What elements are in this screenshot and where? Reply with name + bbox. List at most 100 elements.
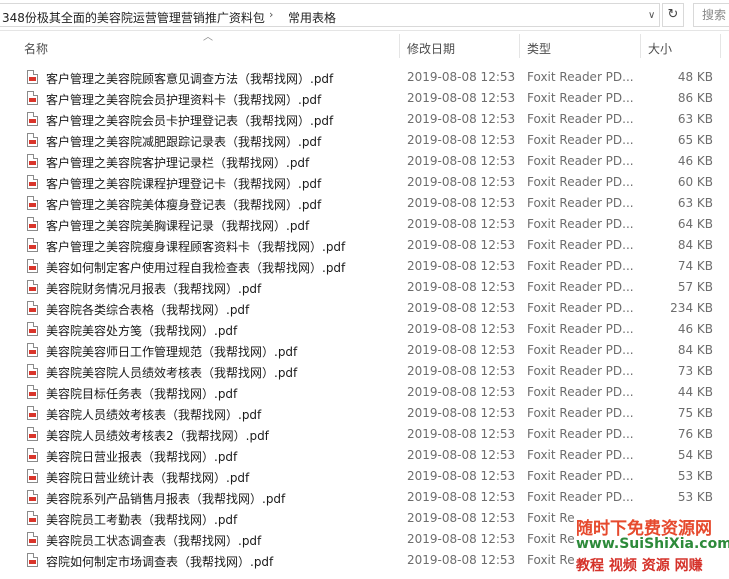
file-type: Foxit Reader PD...	[527, 301, 634, 315]
file-row[interactable]: 美容院系列产品销售月报表（我帮找网）.pdf 2019-08-08 12:53 Fo…	[0, 487, 729, 508]
file-date: 2019-08-08 12:53	[407, 364, 516, 378]
file-row[interactable]: 美容如何制定客户使用过程自我检查表（我帮找网）.pdf 2019-08-08 12…	[0, 256, 729, 277]
file-name: 客户管理之美容院会员卡护理登记表（我帮找网）.pdf	[46, 114, 334, 128]
file-row[interactable]: 客户管理之美容院美体瘦身登记表（我帮找网）.pdf 2019-08-08 12:5…	[0, 193, 729, 214]
pdf-file-icon	[27, 70, 38, 84]
column-size[interactable]: 大小	[648, 40, 672, 57]
file-name: 美容院员工状态调查表（我帮找网）.pdf	[46, 534, 262, 548]
file-type: Foxit Reader PD...	[527, 490, 634, 504]
file-row[interactable]: 美容院日营业报表（我帮找网）.pdf 2019-08-08 12:53 Foxit …	[0, 445, 729, 466]
pdf-file-icon	[27, 154, 38, 168]
file-name: 美容如何制定客户使用过程自我检查表（我帮找网）.pdf	[46, 261, 346, 275]
file-type: Foxit Reader PD...	[527, 217, 634, 231]
file-row[interactable]: 美容院财务情况月报表（我帮找网）.pdf 2019-08-08 12:53 Foxi…	[0, 277, 729, 298]
pdf-file-icon	[27, 112, 38, 126]
file-size: 73 KB	[677, 364, 713, 378]
file-date: 2019-08-08 12:53	[407, 406, 516, 420]
file-type: Foxit Reader PD...	[527, 364, 634, 378]
file-name: 客户管理之美容院减肥跟踪记录表（我帮找网）.pdf	[46, 135, 322, 149]
pdf-file-icon	[27, 238, 38, 252]
file-name: 美容院员工考勤表（我帮找网）.pdf	[46, 513, 238, 527]
file-date: 2019-08-08 12:53	[407, 427, 516, 441]
file-date: 2019-08-08 12:53	[407, 280, 516, 294]
file-row[interactable]: 美容院日营业统计表（我帮找网）.pdf 2019-08-08 12:53 Foxit…	[0, 466, 729, 487]
file-type: Foxit Reader PD...	[527, 91, 634, 105]
file-date: 2019-08-08 12:53	[407, 532, 516, 546]
file-row[interactable]: 客户管理之美容院美胸课程记录（我帮找网）.pdf 2019-08-08 12:53…	[0, 214, 729, 235]
file-date: 2019-08-08 12:53	[407, 112, 516, 126]
file-size: 60 KB	[677, 175, 713, 189]
file-row[interactable]: 美容院美容处方笺（我帮找网）.pdf 2019-08-08 12:53 Foxit …	[0, 319, 729, 340]
file-row[interactable]: 美容院人员绩效考核表2（我帮找网）.pdf 2019-08-08 12:53 Fox…	[0, 424, 729, 445]
file-row[interactable]: 美容院美容院人员绩效考核表（我帮找网）.pdf 2019-08-08 12:53 F…	[0, 361, 729, 382]
file-date: 2019-08-08 12:53	[407, 343, 516, 357]
column-date[interactable]: 修改日期	[407, 40, 455, 57]
search-input[interactable]: 搜索	[693, 3, 729, 27]
file-date: 2019-08-08 12:53	[407, 196, 516, 210]
file-name: 美容院人员绩效考核表2（我帮找网）.pdf	[46, 429, 269, 443]
pdf-file-icon	[27, 448, 38, 462]
column-type[interactable]: 类型	[527, 40, 551, 57]
breadcrumb-item-common-forms[interactable]: 常用表格	[288, 9, 336, 26]
file-row[interactable]: 美容院人员绩效考核表（我帮找网）.pdf 2019-08-08 12:53 Foxi…	[0, 403, 729, 424]
file-date: 2019-08-08 12:53	[407, 301, 516, 315]
file-date: 2019-08-08 12:53	[407, 154, 516, 168]
file-name: 客户管理之美容院美体瘦身登记表（我帮找网）.pdf	[46, 198, 322, 212]
breadcrumb-item-package[interactable]: 348份极其全面的美容院运营管理营销推广资料包	[2, 9, 265, 26]
file-name: 容院如何制定市场调查表（我帮找网）.pdf	[46, 555, 274, 569]
file-row[interactable]: 客户管理之美容院顾客意见调查方法（我帮找网）.pdf 2019-08-08 12:…	[0, 67, 729, 88]
file-size: 84 KB	[677, 343, 713, 357]
file-type: Foxit Reader PD...	[527, 154, 634, 168]
file-type: Foxit Reader PD...	[527, 406, 634, 420]
column-divider[interactable]	[399, 34, 400, 58]
column-divider[interactable]	[519, 34, 520, 58]
chevron-down-icon[interactable]: ∨	[648, 10, 655, 21]
watermark-url: www.SuiShiXia.com	[576, 536, 729, 552]
file-name: 客户管理之美容院课程护理登记卡（我帮找网）.pdf	[46, 177, 322, 191]
chevron-right-icon[interactable]: ›	[269, 8, 273, 21]
search-placeholder: 搜索	[702, 8, 727, 22]
file-row[interactable]: 客户管理之美容院会员卡护理登记表（我帮找网）.pdf 2019-08-08 12:…	[0, 109, 729, 130]
file-row[interactable]: 客户管理之美容院减肥跟踪记录表（我帮找网）.pdf 2019-08-08 12:5…	[0, 130, 729, 151]
file-type: Foxit Reader PD...	[527, 385, 634, 399]
file-row[interactable]: 客户管理之美容院客护理记录栏（我帮找网）.pdf 2019-08-08 12:53…	[0, 151, 729, 172]
file-date: 2019-08-08 12:53	[407, 91, 516, 105]
file-row[interactable]: 美容院目标任务表（我帮找网）.pdf 2019-08-08 12:53 Foxit …	[0, 382, 729, 403]
pdf-file-icon	[27, 427, 38, 441]
file-type: Foxit Reader PD...	[527, 112, 634, 126]
refresh-icon[interactable]: ↻	[662, 3, 684, 27]
file-row[interactable]: 客户管理之美容院会员护理资料卡（我帮找网）.pdf 2019-08-08 12:5…	[0, 88, 729, 109]
pdf-file-icon	[27, 469, 38, 483]
file-name: 美容院美容师日工作管理规范（我帮找网）.pdf	[46, 345, 298, 359]
file-date: 2019-08-08 12:53	[407, 238, 516, 252]
pdf-file-icon	[27, 364, 38, 378]
file-name: 客户管理之美容院美胸课程记录（我帮找网）.pdf	[46, 219, 310, 233]
pdf-file-icon	[27, 343, 38, 357]
file-size: 48 KB	[677, 70, 713, 84]
pdf-file-icon	[27, 406, 38, 420]
file-type: Foxit Reader PD...	[527, 343, 634, 357]
file-row[interactable]: 美容院美容师日工作管理规范（我帮找网）.pdf 2019-08-08 12:53 F…	[0, 340, 729, 361]
pdf-file-icon	[27, 259, 38, 273]
file-date: 2019-08-08 12:53	[407, 259, 516, 273]
file-name: 美容院目标任务表（我帮找网）.pdf	[46, 387, 238, 401]
file-row[interactable]: 客户管理之美容院瘦身课程顾客资料卡（我帮找网）.pdf 2019-08-08 12…	[0, 235, 729, 256]
file-date: 2019-08-08 12:53	[407, 217, 516, 231]
column-name[interactable]: 名称	[24, 40, 48, 57]
file-name: 美容院财务情况月报表（我帮找网）.pdf	[46, 282, 262, 296]
file-row[interactable]: 美容院各类综合表格（我帮找网）.pdf 2019-08-08 12:53 Foxit…	[0, 298, 729, 319]
file-size: 234 KB	[670, 301, 713, 315]
breadcrumb[interactable]: 348份极其全面的美容院运营管理营销推广资料包 › 常用表格 ∨	[0, 3, 660, 27]
file-size: 46 KB	[677, 154, 713, 168]
column-divider[interactable]	[640, 34, 641, 58]
pdf-file-icon	[27, 322, 38, 336]
file-date: 2019-08-08 12:53	[407, 133, 516, 147]
file-name: 客户管理之美容院会员护理资料卡（我帮找网）.pdf	[46, 93, 322, 107]
file-date: 2019-08-08 12:53	[407, 511, 516, 525]
file-type: Foxit Reader PD...	[527, 322, 634, 336]
file-size: 84 KB	[677, 238, 713, 252]
file-size: 53 KB	[677, 469, 713, 483]
file-date: 2019-08-08 12:53	[407, 490, 516, 504]
column-divider[interactable]	[720, 34, 721, 58]
file-row[interactable]: 客户管理之美容院课程护理登记卡（我帮找网）.pdf 2019-08-08 12:5…	[0, 172, 729, 193]
